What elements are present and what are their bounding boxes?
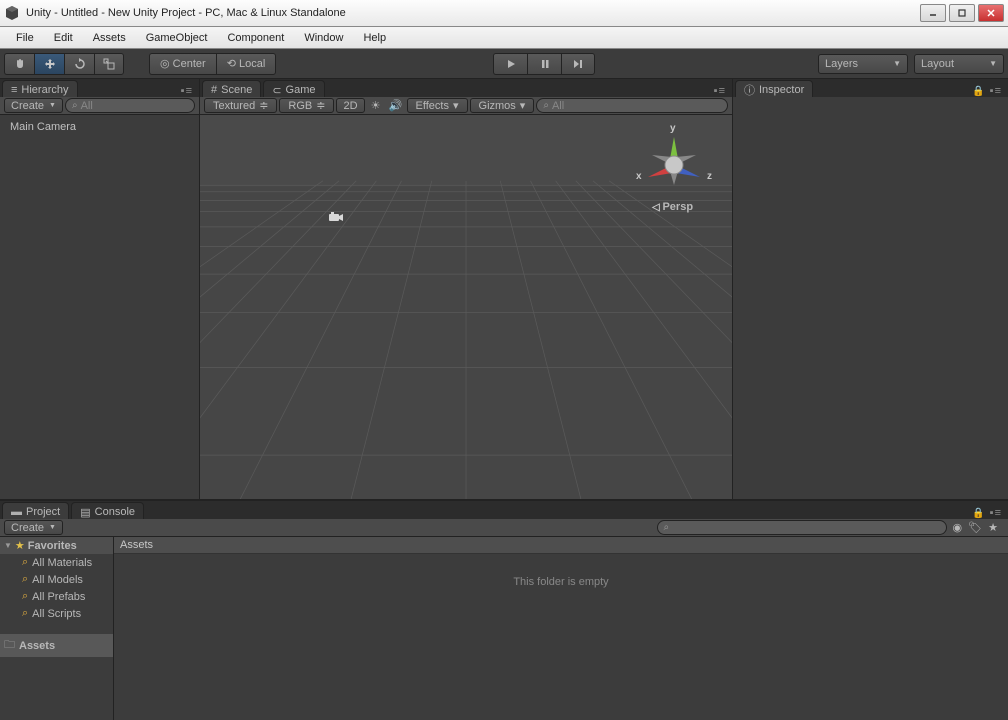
menu-component[interactable]: Component <box>217 30 294 46</box>
layout-dropdown[interactable]: Layout▼ <box>914 54 1004 74</box>
chevron-down-icon: ▼ <box>893 59 901 68</box>
menu-help[interactable]: Help <box>353 30 396 46</box>
panel-options-icon[interactable]: ▪≡ <box>708 85 732 97</box>
center-icon: ◎ <box>160 57 170 70</box>
search-icon: ⌕ <box>664 522 670 533</box>
tab-scene[interactable]: #Scene <box>202 80 261 97</box>
camera-gizmo-icon[interactable] <box>328 211 344 226</box>
menu-gameobject[interactable]: GameObject <box>136 30 218 46</box>
favorites-header[interactable]: ▼★Favorites <box>0 537 113 554</box>
favorite-item[interactable]: ⌕All Models <box>0 571 113 588</box>
shading-mode-dropdown[interactable]: Textured≑ <box>204 98 277 113</box>
play-button[interactable] <box>493 53 527 75</box>
search-icon: ⌕ <box>22 573 28 586</box>
assets-root[interactable]: 🗀Assets <box>0 634 113 657</box>
pause-button[interactable] <box>527 53 561 75</box>
rotate-tool-button[interactable] <box>64 53 94 75</box>
gizmo-persp-label: ◁ Persp <box>652 201 693 213</box>
scene-viewport[interactable]: y x z ◁ Persp <box>200 115 732 499</box>
gizmos-dropdown[interactable]: Gizmos▾ <box>470 98 535 113</box>
hierarchy-search[interactable]: ⌕All <box>65 98 195 113</box>
scene-icon: # <box>211 84 217 96</box>
close-button[interactable] <box>978 4 1004 22</box>
toolbar: ◎ Center ⟲ Local Layers▼ Layout▼ <box>0 49 1008 79</box>
menu-file[interactable]: File <box>6 30 44 46</box>
gizmo-y-label: y <box>670 123 676 134</box>
tab-inspector[interactable]: ⓘInspector <box>735 80 813 97</box>
project-tree: ▼★Favorites ⌕All Materials ⌕All Models ⌕… <box>0 537 114 720</box>
maximize-button[interactable] <box>949 4 975 22</box>
folder-icon: ▬ <box>11 506 22 518</box>
render-mode-dropdown[interactable]: RGB≑ <box>279 98 334 113</box>
search-icon: ⌕ <box>22 590 28 603</box>
hierarchy-create-button[interactable]: Create▼ <box>4 98 63 113</box>
2d-toggle[interactable]: 2D <box>336 98 364 113</box>
game-icon: ⊂ <box>272 84 281 97</box>
menu-window[interactable]: Window <box>294 30 353 46</box>
hierarchy-panel: ≡Hierarchy ▪≡ Create▼ ⌕All Main Camera <box>0 79 200 499</box>
tab-console[interactable]: ▤Console <box>71 502 144 519</box>
favorite-item[interactable]: ⌕All Scripts <box>0 605 113 622</box>
panel-options-icon[interactable]: ▪≡ <box>175 85 199 97</box>
tab-project[interactable]: ▬Project <box>2 502 69 519</box>
inspector-panel: ⓘInspector 🔒 ▪≡ <box>732 79 1008 499</box>
folder-icon: 🗀 <box>4 636 15 655</box>
scale-tool-button[interactable] <box>94 53 124 75</box>
favorite-item[interactable]: ⌕All Prefabs <box>0 588 113 605</box>
inspector-icon: ⓘ <box>744 82 755 98</box>
save-search-icon[interactable]: ★ <box>988 521 998 534</box>
search-icon: ⌕ <box>22 607 28 620</box>
title-bar: Unity - Untitled - New Unity Project - P… <box>0 0 1008 27</box>
gizmo-z-label: z <box>707 171 712 182</box>
handle-toggle[interactable]: ⟲ Local <box>216 53 277 75</box>
favorite-item[interactable]: ⌕All Materials <box>0 554 113 571</box>
panel-options-icon[interactable]: 🔒 ▪≡ <box>966 85 1008 97</box>
tab-game[interactable]: ⊂Game <box>263 80 324 97</box>
scene-panel: #Scene ⊂Game ▪≡ Textured≑ RGB≑ 2D ☀ 🔊 Ef… <box>200 79 732 499</box>
layers-dropdown[interactable]: Layers▼ <box>818 54 908 74</box>
hierarchy-icon: ≡ <box>11 84 17 96</box>
unity-logo-icon <box>4 5 20 21</box>
scene-search[interactable]: ⌕All <box>536 98 728 113</box>
filter-by-type-icon[interactable]: ◉ <box>953 521 963 534</box>
hand-tool-button[interactable] <box>4 53 34 75</box>
empty-folder-message: This folder is empty <box>114 554 1008 588</box>
orientation-gizmo[interactable]: y x z ◁ Persp <box>634 123 714 213</box>
filter-by-label-icon[interactable]: 🏷 <box>968 521 982 534</box>
step-button[interactable] <box>561 53 595 75</box>
lighting-toggle[interactable]: ☀ <box>367 98 385 113</box>
lock-icon[interactable]: 🔒 <box>972 86 985 97</box>
menu-bar: File Edit Assets GameObject Component Wi… <box>0 27 1008 49</box>
minimize-button[interactable] <box>920 4 946 22</box>
pivot-toggle[interactable]: ◎ Center <box>149 53 216 75</box>
menu-edit[interactable]: Edit <box>44 30 83 46</box>
window-title: Unity - Untitled - New Unity Project - P… <box>26 7 920 19</box>
menu-assets[interactable]: Assets <box>83 30 136 46</box>
panel-options-icon[interactable]: 🔒 ▪≡ <box>966 507 1008 519</box>
disclosure-triangle-icon[interactable]: ▼ <box>4 541 12 550</box>
search-icon: ⌕ <box>22 556 28 569</box>
search-icon: ⌕ <box>543 100 549 111</box>
gizmo-x-label: x <box>636 171 642 182</box>
star-icon: ★ <box>15 539 25 552</box>
project-create-button[interactable]: Create▼ <box>4 520 63 535</box>
project-search[interactable]: ⌕ <box>657 520 947 535</box>
project-breadcrumb[interactable]: Assets <box>114 537 1008 554</box>
search-icon: ⌕ <box>72 100 78 111</box>
console-icon: ▤ <box>80 506 90 519</box>
local-icon: ⟲ <box>227 57 236 70</box>
hierarchy-item[interactable]: Main Camera <box>6 119 193 135</box>
effects-dropdown[interactable]: Effects▾ <box>407 98 468 113</box>
lock-icon[interactable]: 🔒 <box>972 508 985 519</box>
chevron-down-icon: ▼ <box>989 59 997 68</box>
project-panel: ▬Project ▤Console 🔒 ▪≡ Create▼ ⌕ ◉ 🏷 ★ ▼… <box>0 499 1008 720</box>
tab-hierarchy[interactable]: ≡Hierarchy <box>2 80 78 97</box>
move-tool-button[interactable] <box>34 53 64 75</box>
audio-toggle[interactable]: 🔊 <box>387 98 405 113</box>
